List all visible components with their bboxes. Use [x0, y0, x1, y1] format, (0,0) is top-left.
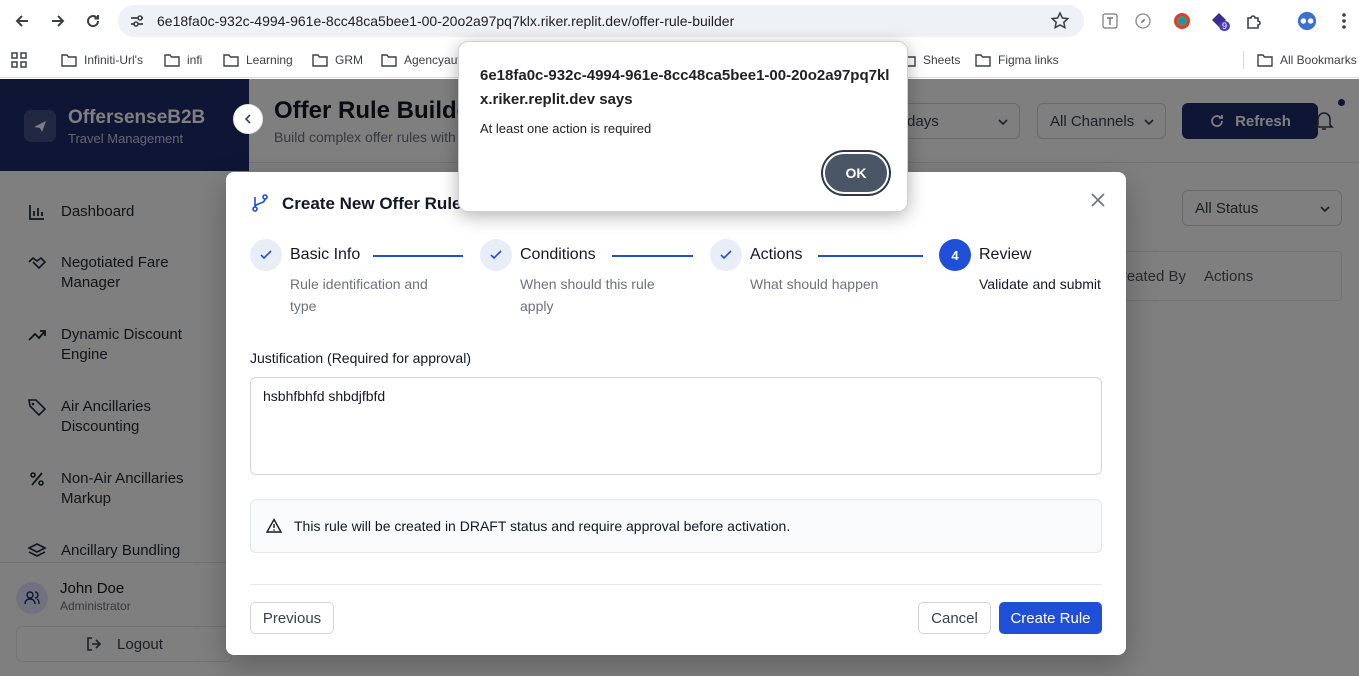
bookmark-star-icon[interactable]: [1050, 11, 1070, 31]
reload-button[interactable]: [80, 8, 106, 34]
profile-avatar-icon[interactable]: [1297, 11, 1317, 31]
close-icon[interactable]: [1088, 190, 1108, 210]
justification-label: Justification (Required for approval): [250, 350, 471, 366]
draft-notice: This rule will be created in DRAFT statu…: [250, 499, 1102, 553]
bookmark-folder[interactable]: Figma links: [975, 51, 1059, 69]
alert-message: At least one action is required: [480, 121, 652, 136]
arrow-left-icon: [15, 15, 28, 27]
folder-icon: [381, 54, 397, 67]
extension-badge-icon[interactable]: 9: [1209, 11, 1231, 31]
step-number: 4: [939, 239, 971, 271]
footer-divider: [250, 584, 1102, 585]
sidebar-collapse-button[interactable]: [233, 104, 263, 134]
url-text: 6e18fa0c-932c-4994-961e-8cc48ca5bee1-00-…: [157, 13, 735, 29]
bookmark-folder[interactable]: Sheets: [900, 51, 960, 69]
bookmark-folder[interactable]: infi: [164, 51, 202, 69]
folder-icon: [975, 54, 991, 67]
reload-icon: [87, 15, 100, 28]
all-bookmarks[interactable]: All Bookmarks: [1243, 51, 1357, 69]
extension-badge-count: 9: [1219, 21, 1231, 31]
extension-text-icon[interactable]: [1100, 11, 1120, 31]
arrow-right-icon: [52, 15, 65, 27]
step-connector: [373, 255, 463, 257]
dialog-title: Create New Offer Rule: [282, 194, 462, 213]
git-branch-icon: [252, 194, 268, 212]
step-connector: [818, 255, 923, 257]
extension-compass-icon[interactable]: [1133, 11, 1153, 31]
warning-icon: [266, 518, 282, 533]
cancel-button[interactable]: Cancel: [918, 602, 991, 634]
back-button[interactable]: [9, 8, 35, 34]
extensions-puzzle-icon[interactable]: [1244, 11, 1264, 31]
step-connector: [612, 255, 693, 257]
site-info-icon[interactable]: [128, 12, 146, 30]
folder-icon: [223, 54, 239, 67]
ok-button[interactable]: OK: [823, 152, 889, 194]
browser-alert-dialog: 6e18fa0c-932c-4994-961e-8cc48ca5bee1-00-…: [458, 41, 908, 212]
folder-icon: [164, 54, 180, 67]
bookmark-folder[interactable]: Learning: [223, 51, 293, 69]
folder-icon: [1257, 54, 1273, 67]
browser-menu-icon[interactable]: [1334, 11, 1354, 31]
bookmark-folder[interactable]: Infiniti-Url's: [61, 51, 143, 69]
apps-grid-icon[interactable]: [11, 51, 27, 69]
create-rule-button[interactable]: Create Rule: [999, 602, 1102, 634]
chevron-left-icon: [244, 114, 251, 124]
check-icon: [480, 239, 512, 271]
previous-button[interactable]: Previous: [250, 602, 334, 634]
create-rule-dialog: Create New Offer Rule Basic Info Rule id…: [226, 172, 1126, 655]
address-bar[interactable]: 6e18fa0c-932c-4994-961e-8cc48ca5bee1-00-…: [118, 5, 1084, 37]
forward-button[interactable]: [45, 8, 71, 34]
extension-color-icon[interactable]: [1172, 11, 1192, 31]
folder-icon: [61, 54, 77, 67]
justification-textarea[interactable]: hsbhfbhfd shbdjfbfd: [250, 377, 1102, 475]
bookmark-folder[interactable]: GRM: [312, 51, 363, 69]
check-icon: [250, 239, 282, 271]
check-icon: [710, 239, 742, 271]
folder-icon: [312, 54, 328, 67]
browser-toolbar: 6e18fa0c-932c-4994-961e-8cc48ca5bee1-00-…: [0, 0, 1359, 42]
bookmark-folder[interactable]: Agencyaut: [381, 51, 461, 69]
alert-origin: 6e18fa0c-932c-4994-961e-8cc48ca5bee1-00-…: [480, 67, 890, 108]
